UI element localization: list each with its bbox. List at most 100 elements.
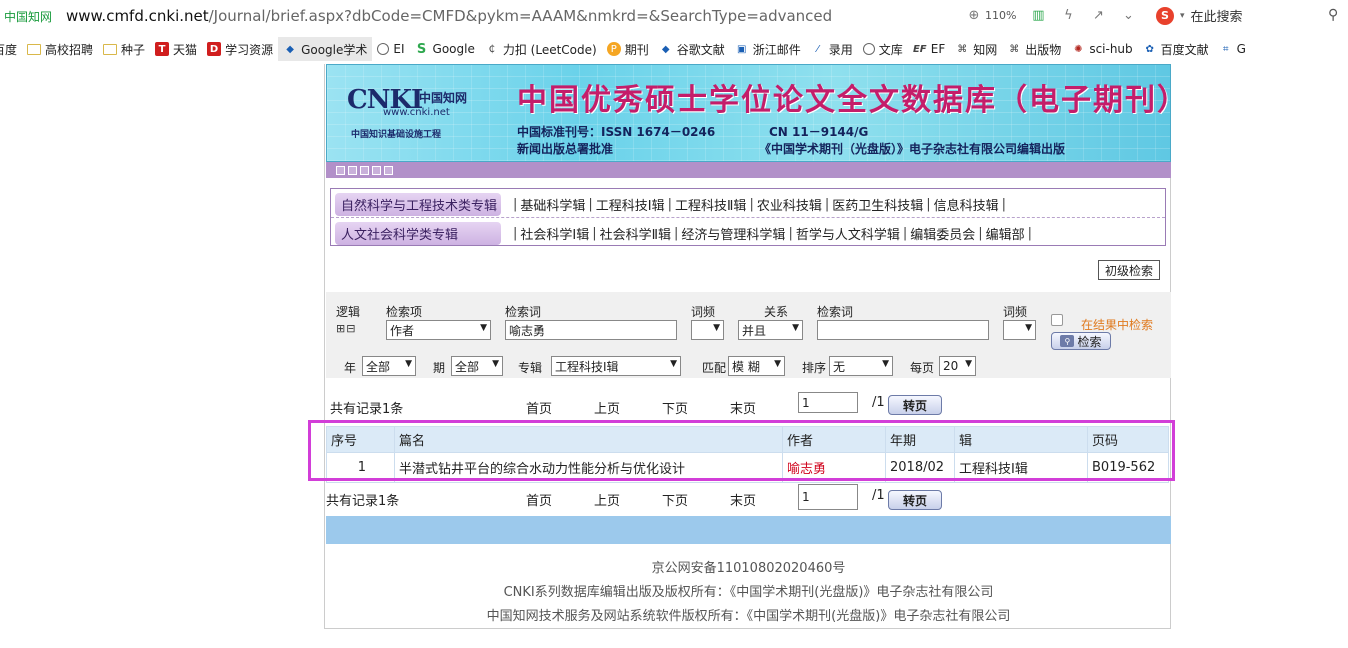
search-engine-dropdown-icon[interactable]: ▾: [1180, 11, 1185, 21]
nav-category-humanities[interactable]: 人文社会科学类专辑: [335, 221, 501, 245]
basic-search-button[interactable]: 初级检索: [1098, 260, 1160, 280]
field-select[interactable]: 作者 ▼: [386, 320, 491, 340]
goto-page-button-bottom[interactable]: 转页: [888, 490, 942, 510]
bookmark-chubanwu[interactable]: ⌘ 出版物: [1002, 37, 1066, 61]
match-select-value: 模 糊: [732, 359, 760, 374]
bookmark-label: EF: [930, 42, 946, 56]
zoom-indicator[interactable]: ⊕ 110%: [966, 7, 1017, 23]
logo-cn: 中国知网: [419, 91, 468, 105]
nav-item-basic-science[interactable]: 基础科学辑: [519, 195, 586, 214]
bookmark-wenku[interactable]: 文库: [858, 37, 908, 61]
nav-item-agriculture[interactable]: 农业科技辑: [756, 195, 823, 214]
search-term2-input[interactable]: [817, 320, 989, 340]
site-label: 中国知网: [4, 9, 53, 24]
relation-select[interactable]: 并且 ▼: [738, 320, 803, 340]
match-select[interactable]: 模 糊 ▼: [728, 356, 785, 376]
nav-item-social-1[interactable]: 社会科学Ⅰ辑: [519, 224, 590, 243]
record-count-bottom: 共有记录1条: [326, 494, 400, 509]
address-bar[interactable]: www.cmfd.cnki.net/Journal/brief.aspx?dbC…: [66, 7, 866, 25]
year-select[interactable]: 全部 ▼: [362, 356, 416, 376]
article-title-link[interactable]: 半潜式钻井平台的综合水动力性能分析与优化设计: [394, 452, 783, 483]
bookmark-xuexi[interactable]: D 学习资源: [202, 37, 278, 61]
refine-label: 在结果中检索: [1081, 318, 1154, 332]
album-cell: 工程科技Ⅰ辑: [954, 452, 1088, 483]
chevron-down-icon: ▼: [492, 359, 499, 369]
bookmark-gaoxiao[interactable]: 高校招聘: [22, 37, 98, 61]
bookmark-zhejiang-mail[interactable]: ▣ 浙江邮件: [730, 37, 806, 61]
ef-icon: EF: [912, 43, 927, 55]
bolt-icon[interactable]: ϟ: [1060, 7, 1076, 23]
bookmark-scihub[interactable]: ✺ sci-hub: [1066, 37, 1137, 61]
folder-icon: [103, 43, 118, 55]
frequency2-select[interactable]: ▼: [1003, 320, 1036, 340]
chevron-down-icon[interactable]: ⌄: [1120, 7, 1136, 23]
nav-item-philosophy[interactable]: 哲学与人文科学辑: [795, 224, 901, 243]
paw-icon: ✿: [1145, 43, 1154, 55]
bookmark-google[interactable]: S Google: [410, 37, 480, 61]
refine-checkbox[interactable]: [1051, 314, 1063, 326]
bookmark-guge-wenxian[interactable]: ◆ 谷歌文献: [654, 37, 730, 61]
next-page-link-bottom[interactable]: 下页: [662, 490, 688, 509]
issue-select[interactable]: 全部 ▼: [451, 356, 503, 376]
first-page-link-bottom[interactable]: 首页: [526, 490, 552, 509]
bookmark-baidu-wenxian[interactable]: ✿ 百度文献: [1138, 37, 1214, 61]
goto-page-button[interactable]: 转页: [888, 395, 942, 415]
translate-icon: ⌗: [1222, 43, 1229, 55]
nav-category-science[interactable]: 自然科学与工程技术类专辑: [335, 192, 501, 216]
bookmark-google-scholar[interactable]: ◆ Google学术: [278, 37, 373, 61]
column-header: 页码: [1087, 426, 1169, 453]
next-page-link[interactable]: 下页: [662, 398, 688, 417]
bookmark-tmall[interactable]: T 天猫: [150, 37, 202, 61]
search-engine-icon[interactable]: S: [1156, 6, 1174, 25]
reader-icon[interactable]: ▥: [1030, 7, 1046, 23]
nav-item-medicine[interactable]: 医药卫生科技辑: [831, 195, 924, 214]
prev-page-link[interactable]: 上页: [594, 398, 620, 417]
nav-item-information[interactable]: 信息科技辑: [933, 195, 1000, 214]
last-page-link[interactable]: 末页: [730, 398, 756, 417]
page-code-cell: B019-562: [1087, 452, 1169, 483]
nav-item-engineering-1[interactable]: 工程科技Ⅰ辑: [595, 195, 666, 214]
bookmark-baidu[interactable]: 百度: [0, 37, 22, 61]
prev-page-link-bottom[interactable]: 上页: [594, 490, 620, 509]
author-link[interactable]: 喻志勇: [782, 452, 886, 483]
share-icon[interactable]: ↗: [1090, 7, 1106, 23]
page-number-input[interactable]: 1: [798, 392, 858, 413]
bookmark-luyong[interactable]: ⁄ 录用: [806, 37, 858, 61]
strip-square: [360, 165, 369, 175]
nav-item-editorial-dept[interactable]: 编辑部: [985, 224, 1026, 243]
nav-item-editorial-board[interactable]: 编辑委员会: [909, 224, 976, 243]
bookmark-qikan[interactable]: P 期刊: [602, 37, 654, 61]
nav-item-economics[interactable]: 经济与管理科学辑: [680, 224, 786, 243]
footer-copyright: CNKI系列数据库编辑出版及版权所有：《中国学术期刊(光盘版)》电子杂志社有限公…: [503, 585, 994, 600]
page-number-input-bottom[interactable]: 1: [798, 484, 858, 510]
column-header: 序号: [326, 426, 395, 453]
search-term-input[interactable]: 喻志勇: [505, 320, 677, 340]
last-page-link-bottom[interactable]: 末页: [730, 490, 756, 509]
nav-row-humanities: 人文社会科学类专辑 | 社会科学Ⅰ辑 | 社会科学Ⅱ辑 | 经济与管理科学辑 | 哲学…: [335, 221, 1034, 245]
nav-item-engineering-2[interactable]: 工程科技Ⅱ辑: [674, 195, 747, 214]
bookmark-ei[interactable]: EI: [372, 37, 409, 61]
search-button-label: 检索: [1077, 334, 1102, 349]
sort-select[interactable]: 无 ▼: [829, 356, 893, 376]
chevron-down-icon: ▼: [405, 359, 412, 369]
bookmark-zhiwang[interactable]: ⌘ 知网: [950, 37, 1002, 61]
per-page-select[interactable]: 20 ▼: [939, 356, 976, 376]
add-remove-row-icon[interactable]: ⊞⊟: [336, 322, 356, 335]
search-button[interactable]: ⚲ 检索: [1051, 332, 1111, 350]
field-select-value: 作者: [390, 323, 415, 338]
bookmark-label: EI: [393, 42, 405, 56]
browser-search-input[interactable]: 在此搜索: [1191, 6, 1243, 25]
cnki-logo[interactable]: CNKI 中国知网 www.cnki.net 中国知识基础设施工程: [347, 85, 487, 145]
first-page-link[interactable]: 首页: [526, 398, 552, 417]
bookmark-translate[interactable]: ⌗ G: [1214, 37, 1251, 61]
bookmark-ef[interactable]: EF EF: [908, 37, 950, 61]
album-select[interactable]: 工程科技Ⅰ辑 ▼: [551, 356, 681, 376]
search-icon[interactable]: ⚲: [1328, 7, 1338, 23]
sort-select-value: 无: [833, 359, 846, 374]
frequency-select[interactable]: ▼: [691, 320, 724, 340]
chevron-down-icon: ▼: [882, 359, 889, 369]
scihub-icon: ✺: [1074, 43, 1083, 55]
nav-item-social-2[interactable]: 社会科学Ⅱ辑: [599, 224, 672, 243]
bookmark-leetcode[interactable]: ₵ 力扣 (LeetCode): [480, 37, 602, 61]
bookmark-zhongzi[interactable]: 种子: [98, 37, 150, 61]
